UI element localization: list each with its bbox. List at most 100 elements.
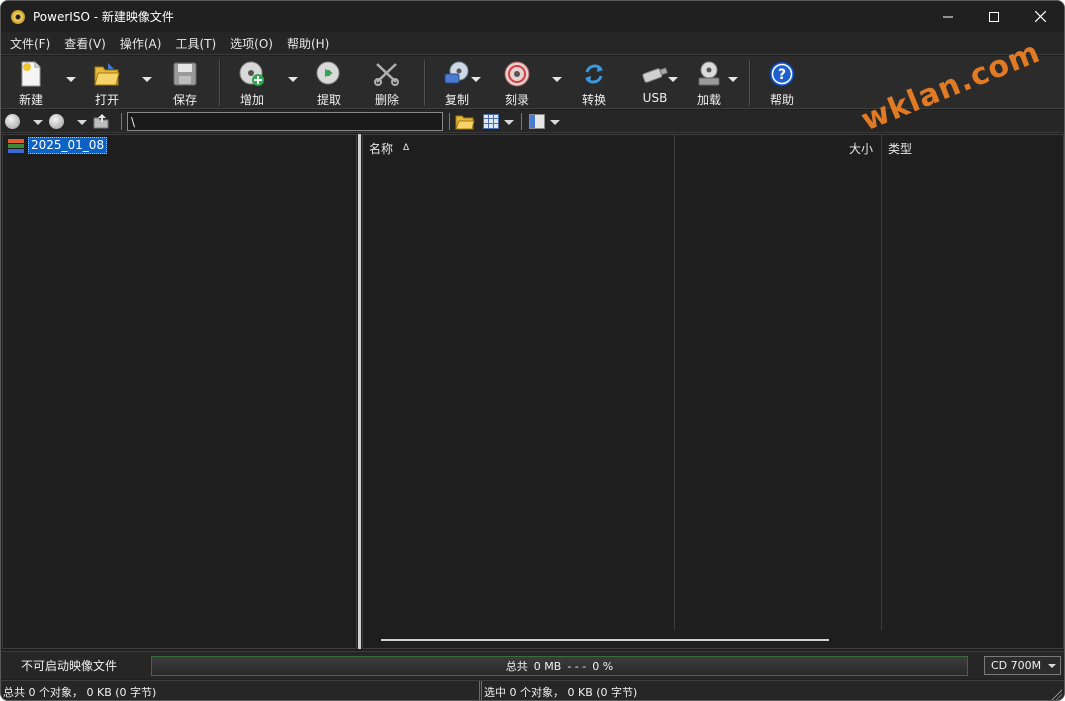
minimize-button[interactable] bbox=[925, 1, 971, 32]
mount-button[interactable]: 加载 bbox=[693, 56, 725, 109]
save-disk-icon bbox=[170, 59, 200, 89]
column-header-size[interactable]: 大小 bbox=[675, 135, 877, 161]
add-button[interactable]: 增加 bbox=[236, 56, 268, 109]
horizontal-scrollbar[interactable] bbox=[381, 639, 829, 641]
back-arrow-icon[interactable] bbox=[5, 114, 20, 129]
forward-dropdown-arrow[interactable] bbox=[77, 120, 87, 125]
usb-drive-icon bbox=[640, 59, 670, 89]
new-dropdown-arrow[interactable] bbox=[66, 77, 76, 82]
extract-disc-icon bbox=[314, 59, 344, 89]
minimize-icon bbox=[943, 16, 953, 17]
column-size-label: 大小 bbox=[848, 141, 873, 156]
address-separator bbox=[521, 113, 522, 130]
menu-options[interactable]: 选项(O) bbox=[224, 35, 279, 52]
convert-arrows-icon bbox=[579, 59, 609, 89]
delete-button[interactable]: 删除 bbox=[371, 56, 403, 109]
usb-label: USB bbox=[642, 91, 668, 105]
help-button[interactable]: ? 帮助 bbox=[766, 56, 798, 109]
open-label: 打开 bbox=[94, 93, 119, 107]
column-name-label: 名称 bbox=[369, 141, 394, 156]
convert-label: 转换 bbox=[581, 93, 606, 107]
view-dropdown-arrow[interactable] bbox=[504, 120, 514, 125]
progress-dashes: - - - bbox=[567, 659, 587, 673]
folder-tree-pane[interactable]: 2025_01_08 bbox=[2, 134, 357, 649]
burn-button[interactable]: 刻录 bbox=[501, 56, 533, 109]
tree-root-label: 2025_01_08 bbox=[28, 137, 108, 154]
column-type-label: 类型 bbox=[888, 141, 913, 156]
forward-arrow-icon[interactable] bbox=[49, 114, 64, 129]
extract-button[interactable]: 提取 bbox=[313, 56, 345, 109]
status-selected-objects: 选中 0 个对象， 0 KB (0 字节) bbox=[484, 686, 638, 699]
menu-tools[interactable]: 工具(T) bbox=[169, 35, 222, 52]
extract-label: 提取 bbox=[316, 93, 341, 107]
open-dropdown-arrow[interactable] bbox=[142, 77, 152, 82]
maximize-button[interactable] bbox=[971, 1, 1017, 32]
path-input[interactable] bbox=[127, 112, 443, 131]
app-window: PowerISO - 新建映像文件 文件(F) 查看(V) 操作(A) 工具(T… bbox=[0, 0, 1065, 701]
window-title: PowerISO - 新建映像文件 bbox=[33, 10, 174, 24]
maximize-icon bbox=[989, 11, 999, 22]
column-divider[interactable] bbox=[674, 135, 675, 630]
mount-drive-icon bbox=[694, 59, 724, 89]
menu-action[interactable]: 操作(A) bbox=[114, 35, 168, 52]
open-button[interactable]: 打开 bbox=[91, 56, 123, 109]
file-list-pane[interactable]: 名称 Δ 大小 类型 bbox=[362, 134, 1064, 649]
open-folder-icon bbox=[92, 59, 122, 89]
close-button[interactable] bbox=[1017, 1, 1063, 32]
menu-file[interactable]: 文件(F) bbox=[4, 35, 56, 52]
save-button[interactable]: 保存 bbox=[169, 56, 201, 109]
total-size: 0 MB bbox=[533, 659, 562, 673]
address-separator bbox=[449, 113, 450, 130]
save-label: 保存 bbox=[172, 93, 197, 107]
layout-icon[interactable] bbox=[529, 114, 545, 129]
help-question-icon: ? bbox=[767, 59, 797, 89]
grid-view-icon[interactable] bbox=[483, 114, 499, 129]
delete-scissors-icon bbox=[372, 59, 402, 89]
column-divider[interactable] bbox=[881, 135, 882, 630]
toolbar-separator bbox=[219, 60, 221, 106]
title-bar: PowerISO - 新建映像文件 bbox=[1, 1, 1064, 32]
pane-splitter[interactable] bbox=[358, 134, 361, 649]
back-dropdown-arrow[interactable] bbox=[33, 120, 43, 125]
mount-dropdown-arrow[interactable] bbox=[728, 77, 738, 82]
media-size-select[interactable]: CD 700M bbox=[984, 656, 1061, 675]
status-divider bbox=[479, 681, 482, 700]
burn-label: 刻录 bbox=[504, 93, 529, 107]
usb-button[interactable]: USB bbox=[633, 56, 677, 109]
sort-ascending-icon: Δ bbox=[403, 143, 410, 153]
tree-root-node[interactable]: 2025_01_08 bbox=[8, 137, 108, 154]
column-header-name[interactable]: 名称 Δ bbox=[369, 135, 669, 161]
new-button[interactable]: 新建 bbox=[15, 56, 47, 109]
copy-disc-icon bbox=[442, 59, 472, 89]
resize-grip-icon[interactable] bbox=[1051, 689, 1062, 700]
status-bar: 总共 0 个对象， 0 KB (0 字节) 选中 0 个对象， 0 KB (0 … bbox=[1, 680, 1064, 700]
poweriso-app-icon bbox=[11, 9, 25, 24]
svg-text:?: ? bbox=[778, 67, 786, 83]
iso-image-icon bbox=[8, 138, 24, 153]
usb-dropdown-arrow[interactable] bbox=[668, 77, 678, 82]
add-dropdown-arrow[interactable] bbox=[288, 77, 298, 82]
help-label: 帮助 bbox=[769, 93, 794, 107]
boot-status-text: 不可启动映像文件 bbox=[21, 659, 118, 673]
folder-view-icon[interactable] bbox=[455, 113, 475, 130]
menu-view[interactable]: 查看(V) bbox=[58, 35, 112, 52]
burn-dropdown-arrow[interactable] bbox=[552, 77, 562, 82]
new-file-icon bbox=[16, 59, 46, 89]
copy-dropdown-arrow[interactable] bbox=[471, 77, 481, 82]
toolbar-separator bbox=[424, 60, 426, 106]
status-total-objects: 总共 0 个对象， 0 KB (0 字节) bbox=[3, 686, 157, 699]
toolbar-separator bbox=[749, 60, 751, 106]
close-icon bbox=[1034, 11, 1046, 22]
menu-help[interactable]: 帮助(H) bbox=[281, 35, 335, 52]
up-folder-icon[interactable] bbox=[93, 113, 109, 129]
progress-percent: 0 % bbox=[592, 659, 614, 673]
column-header-type[interactable]: 类型 bbox=[888, 135, 1058, 161]
media-size-value: CD 700M bbox=[991, 659, 1042, 672]
mount-label: 加载 bbox=[696, 93, 721, 107]
copy-button[interactable]: 复制 bbox=[441, 56, 473, 109]
convert-button[interactable]: 转换 bbox=[578, 56, 610, 109]
add-label: 增加 bbox=[239, 93, 264, 107]
total-label: 总共 bbox=[505, 660, 528, 673]
layout-dropdown-arrow[interactable] bbox=[550, 120, 560, 125]
address-separator bbox=[121, 113, 122, 130]
